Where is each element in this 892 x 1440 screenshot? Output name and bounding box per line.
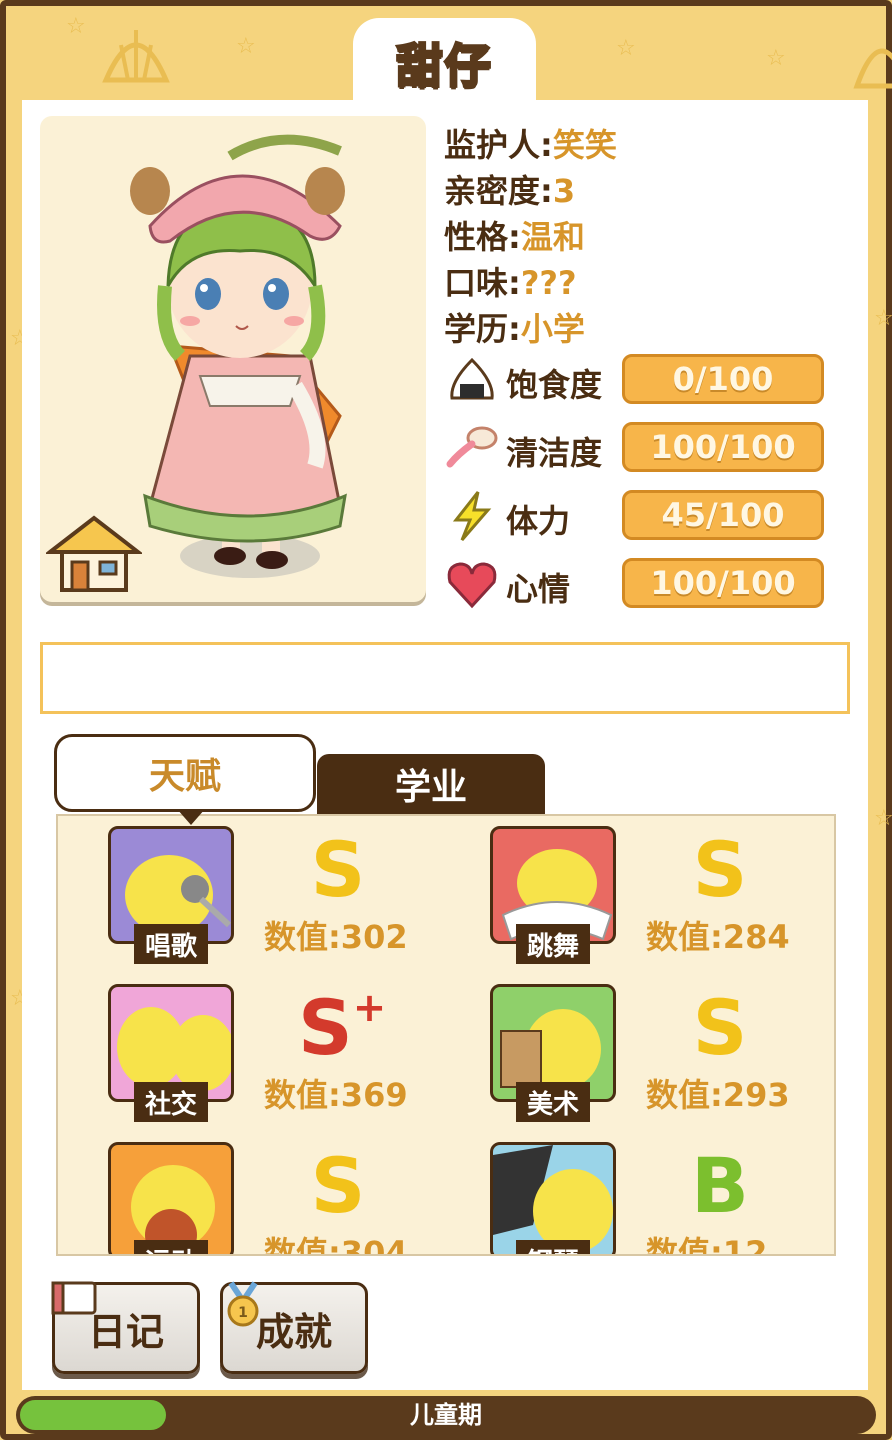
education-label: 学历: [444, 310, 521, 348]
grade-letter: S [692, 825, 748, 914]
medal-icon: 1 [227, 1281, 259, 1327]
stat-cleanliness: 清洁度 100/100 [444, 420, 834, 476]
skill-value: 数值:284 [646, 918, 790, 956]
personality-value: 温和 [520, 218, 585, 256]
taste-row: 口味:??? [444, 260, 617, 306]
skill-name: 美术 [516, 1082, 590, 1122]
stat-label: 清洁度 [506, 434, 603, 472]
education-value: 小学 [520, 310, 585, 348]
title-tab: 甜仔 [353, 18, 536, 108]
skill-grade: S [298, 1146, 378, 1226]
taste-value: ??? [520, 264, 577, 302]
stat-label: 饱食度 [506, 366, 603, 404]
growth-progress-bar: 儿童期 [16, 1396, 876, 1434]
bath-brush-icon [446, 426, 498, 468]
shell-pattern-icon [853, 48, 892, 89]
house-icon [46, 515, 142, 592]
skill-grade: S [680, 830, 760, 910]
skill-value: 数值:293 [646, 1076, 790, 1114]
diary-label: 日记 [87, 1309, 164, 1354]
stat-value: 0/100 [622, 354, 824, 404]
achievement-label: 成就 [255, 1309, 332, 1354]
achievement-button[interactable]: 1 成就 [220, 1281, 368, 1374]
piano-chick-icon [490, 1142, 616, 1254]
skill-value: 数值:302 [264, 918, 408, 956]
skill-name: 跳舞 [516, 924, 590, 964]
personality-label: 性格: [444, 218, 521, 256]
skill-name: 运动 [134, 1240, 208, 1254]
lightning-icon [452, 491, 492, 541]
skill-grade: B [680, 1146, 760, 1226]
stat-value: 100/100 [622, 422, 824, 472]
stat-label: 心情 [506, 570, 571, 608]
taste-label: 口味: [444, 264, 521, 302]
skill-item[interactable]: 社交 S+ 数值:369 [108, 984, 468, 1124]
message-box [40, 642, 850, 714]
intimacy-value: 3 [552, 172, 576, 210]
character-portrait [40, 116, 426, 602]
book-icon [51, 1281, 97, 1315]
stat-value: 45/100 [622, 490, 824, 540]
skill-grade: S [298, 830, 378, 910]
skill-item[interactable]: 唱歌 S 数值:302 [108, 826, 468, 966]
grade-letter: S [310, 825, 366, 914]
skill-item[interactable]: 跳舞 S 数值:284 [490, 826, 834, 966]
grade-letter: S [310, 1141, 366, 1230]
growth-stage-label: 儿童期 [410, 1401, 482, 1429]
stat-value: 100/100 [622, 558, 824, 608]
stat-label: 体力 [506, 502, 571, 540]
svg-text:1: 1 [238, 1305, 248, 1321]
rice-ball-icon [450, 357, 494, 400]
grade-letter: S [692, 983, 748, 1072]
skill-value: 数值:369 [264, 1076, 408, 1114]
diary-button[interactable]: 日记 [51, 1281, 200, 1374]
stat-mood: 心情 100/100 [444, 556, 834, 612]
shell-pattern-icon [102, 30, 170, 83]
stat-satiety: 饱食度 0/100 [444, 352, 834, 408]
grade-plus: + [352, 985, 387, 1031]
guardian-label: 监护人: [444, 126, 553, 164]
skill-item[interactable]: 美术 S 数值:293 [490, 984, 834, 1124]
intimacy-row: 亲密度:3 [444, 168, 617, 214]
skill-name: 钢琴 [516, 1240, 590, 1254]
grade-letter: S [298, 983, 353, 1072]
tab-talent[interactable]: 天赋 [54, 734, 316, 825]
personality-row: 性格:温和 [444, 214, 617, 260]
intimacy-label: 亲密度: [444, 172, 553, 210]
skill-item[interactable]: 运动 S 数值:304 [108, 1142, 468, 1256]
character-info: 监护人:笑笑 亲密度:3 性格:温和 口味:??? 学历:小学 [444, 122, 617, 352]
skill-item[interactable]: 钢琴 B 数值:12 [490, 1142, 834, 1256]
skill-value: 数值:304 [264, 1234, 408, 1256]
basketball-chick-icon [108, 1142, 234, 1254]
tab-study[interactable]: 学业 [317, 754, 545, 814]
grade-letter: B [691, 1141, 749, 1230]
skill-name: 唱歌 [134, 924, 208, 964]
skill-value: 数值:12 [646, 1234, 768, 1256]
skill-name: 社交 [134, 1082, 208, 1122]
stat-energy: 体力 45/100 [444, 488, 834, 544]
guardian-row: 监护人:笑笑 [444, 122, 617, 168]
skills-panel[interactable]: 唱歌 S 数值:302 跳舞 S 数值:284 社交 S+ 数值:369 美术 … [56, 814, 836, 1256]
education-row: 学历:小学 [444, 306, 617, 352]
character-name: 甜仔 [395, 38, 493, 95]
skill-grade: S+ [298, 988, 386, 1068]
guardian-value: 笑笑 [552, 126, 617, 164]
skill-grade: S [680, 988, 760, 1068]
heart-icon [447, 562, 497, 609]
